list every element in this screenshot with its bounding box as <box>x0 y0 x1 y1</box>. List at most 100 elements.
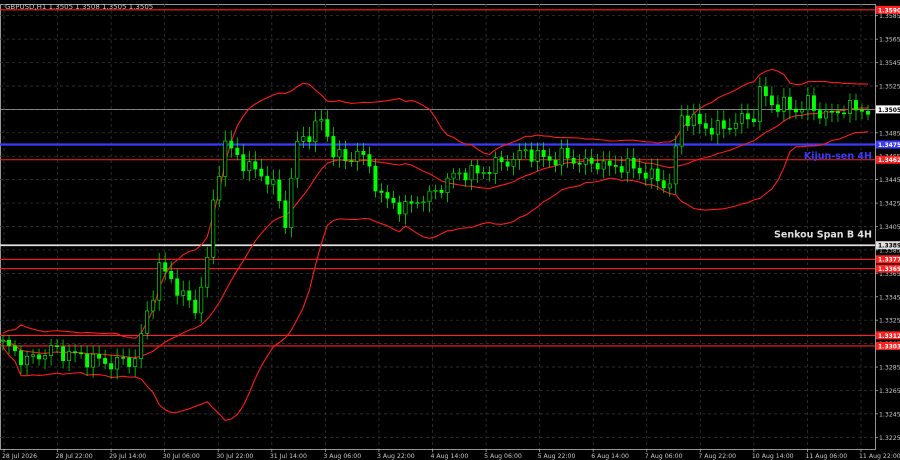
candle-body <box>31 354 35 357</box>
candle-body <box>241 154 246 172</box>
level-annotation: Kijun-sen 4H <box>804 151 872 162</box>
symbol-header: GBPUSD,H1 1.3505 1.3508 1.3505 1.3505 <box>5 3 153 11</box>
x-tick-label: 7 Aug 06:00 <box>645 453 683 460</box>
y-tick-label: 1.3265 <box>879 388 900 395</box>
candle-body <box>523 149 528 152</box>
candle-body <box>319 119 324 122</box>
candle-body <box>331 136 336 158</box>
candle-body <box>499 157 504 163</box>
x-tick-label: 29 Jul 14:00 <box>109 453 146 460</box>
candle-body <box>625 157 630 173</box>
candle-body <box>103 357 108 364</box>
candle-body <box>715 120 720 135</box>
candle-body <box>247 161 252 172</box>
time-axis-labels: 28 Jul 2026 28 Jul 22:00 29 Jul 14:00 30 Ju… <box>2 453 900 460</box>
candle-body <box>115 357 120 370</box>
candle-body <box>373 165 378 192</box>
candle-body <box>601 160 606 170</box>
candle-body <box>313 120 318 143</box>
candle-body <box>433 189 438 192</box>
candle-body <box>187 290 192 301</box>
level-price-label: 1.3303 <box>878 343 900 350</box>
candle-body <box>577 163 582 165</box>
chart-window[interactable]: 1.35851.35651.35451.35251.35051.34851.34… <box>0 0 900 460</box>
candle-body <box>763 86 768 97</box>
candle-body <box>355 151 360 162</box>
candle-body <box>367 154 372 167</box>
level-annotation: Senkou Span B 4H <box>774 230 872 241</box>
candle-body <box>721 120 726 129</box>
price-chart[interactable]: 1.35851.35651.35451.35251.35051.34851.34… <box>0 0 900 460</box>
x-tick-label: 7 Aug 22:00 <box>698 453 736 460</box>
candle-body <box>109 363 114 370</box>
candle-body <box>535 150 540 162</box>
candle-body <box>673 145 678 185</box>
candle-body <box>151 299 156 312</box>
candle-body <box>805 95 810 110</box>
candle-body <box>553 159 558 166</box>
candle-body <box>655 168 660 181</box>
candle-body <box>85 353 90 368</box>
candle-body <box>529 149 534 162</box>
candle-body <box>691 113 696 126</box>
candle-body <box>211 199 216 258</box>
candle-body <box>595 163 600 170</box>
candle-body <box>325 119 330 137</box>
y-tick-label: 1.3445 <box>879 177 900 184</box>
candle-body <box>121 357 126 359</box>
candle-body <box>199 286 204 314</box>
candle-body <box>481 172 486 174</box>
candle-body <box>445 177 450 193</box>
candle-body <box>775 104 780 112</box>
y-tick-label: 1.3225 <box>879 435 900 442</box>
candle-body <box>307 136 312 143</box>
candle-body <box>823 110 828 119</box>
candle-body <box>289 177 294 228</box>
candle-body <box>583 157 588 165</box>
candle-body <box>163 262 168 272</box>
candle-body <box>517 150 522 160</box>
candle-body <box>493 157 498 174</box>
level-price-label: 1.3462 <box>878 157 900 164</box>
candle-body <box>127 357 132 367</box>
candle-body <box>229 140 234 149</box>
candle-body <box>697 113 702 124</box>
candle-body <box>55 345 60 347</box>
candle-body <box>427 190 432 203</box>
candle-body <box>283 200 288 228</box>
candle-body <box>235 147 240 155</box>
x-tick-label: 11 Aug 06:00 <box>805 453 847 460</box>
candle-body <box>97 353 102 359</box>
candle-body <box>866 111 870 115</box>
candle-body <box>571 157 576 164</box>
x-tick-label: 11 Aug 22:00 <box>859 453 900 460</box>
candle-body <box>685 115 690 126</box>
candle-body <box>343 149 348 161</box>
x-tick-label: 5 Aug 06:00 <box>484 453 522 460</box>
candle-body <box>217 176 222 201</box>
x-tick-label: 6 Aug 14:00 <box>591 453 629 460</box>
candle-body <box>817 110 822 119</box>
candle-body <box>643 172 648 179</box>
level-price-label: 1.3369 <box>878 266 900 273</box>
candle-body <box>61 346 66 361</box>
candle-body <box>709 128 714 135</box>
y-tick-label: 1.3565 <box>879 37 900 44</box>
candle-body <box>19 350 23 366</box>
candle-body <box>175 278 180 296</box>
candle-body <box>565 147 570 159</box>
candle-body <box>703 123 708 129</box>
candle-body <box>205 257 210 288</box>
candle-body <box>842 112 846 115</box>
candle-body <box>733 122 738 129</box>
candle-body <box>259 168 264 177</box>
candle-body <box>727 128 732 130</box>
y-tick-label: 1.3525 <box>879 83 900 90</box>
y-tick-label: 1.3345 <box>879 294 900 301</box>
y-tick-label: 1.3485 <box>879 130 900 137</box>
candle-body <box>73 351 78 354</box>
current-price-label: 1.3505 <box>878 107 900 114</box>
candle-body <box>511 159 516 167</box>
x-tick-label: 30 Jul 22:00 <box>216 453 253 460</box>
candle-body <box>854 100 858 111</box>
